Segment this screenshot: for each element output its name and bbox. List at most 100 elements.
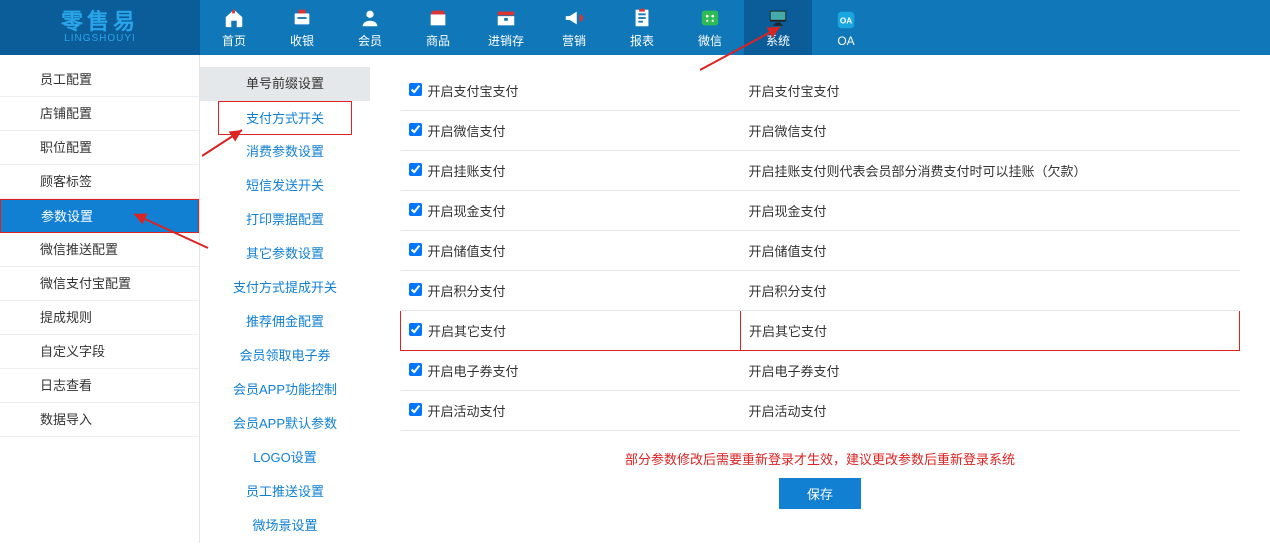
subnav-item-1[interactable]: 支付方式开关: [218, 101, 352, 135]
settings-table: 开启支付宝支付开启支付宝支付开启微信支付开启微信支付开启挂账支付开启挂账支付则代…: [400, 71, 1240, 431]
subnav-item-12[interactable]: 员工推送设置: [200, 475, 370, 509]
leftnav-item-6[interactable]: 微信支付宝配置: [0, 267, 199, 301]
leftnav-item-4[interactable]: 参数设置: [0, 199, 199, 233]
leftnav-item-10[interactable]: 数据导入: [0, 403, 199, 437]
topnav-item-home[interactable]: 首页: [200, 0, 268, 55]
subnav-item-4[interactable]: 打印票据配置: [200, 203, 370, 237]
subnav-item-9[interactable]: 会员APP功能控制: [200, 373, 370, 407]
topnav-item-label: 报表: [630, 32, 654, 49]
topnav-item-label: 进销存: [488, 32, 524, 49]
topnav-item-label: 会员: [358, 32, 382, 49]
body: 员工配置店铺配置职位配置顾客标签参数设置微信推送配置微信支付宝配置提成规则自定义…: [0, 55, 1270, 543]
member-icon: [358, 6, 382, 30]
subnav-item-5[interactable]: 其它参数设置: [200, 237, 370, 271]
settings-row-8: 开启活动支付 开启活动支付: [401, 391, 1240, 431]
topnav-item-oa[interactable]: OA OA: [812, 0, 880, 55]
topnav-item-label: OA: [837, 34, 854, 48]
settings-row-left: 开启电子券支付: [428, 364, 519, 379]
logo-cn: 零售易: [61, 11, 139, 33]
topnav-item-label: 首页: [222, 32, 246, 49]
cash-icon: [290, 6, 314, 30]
logo-en: LINGSHOUYI: [64, 33, 136, 44]
topnav-item-system[interactable]: 系统: [744, 0, 812, 55]
settings-row-right: 开启活动支付: [749, 404, 827, 419]
topnav: 首页 收银 会员 商品 进销存 营销 报表 微信 系统 OA OA: [200, 0, 880, 55]
topnav-item-report[interactable]: 报表: [608, 0, 676, 55]
topnav-item-label: 收银: [290, 32, 314, 49]
settings-row-right: 开启挂账支付则代表会员部分消费支付时可以挂账（欠款）: [749, 164, 1087, 179]
topnav-item-wechat[interactable]: 微信: [676, 0, 744, 55]
topnav-item-label: 商品: [426, 32, 450, 49]
system-icon: [766, 6, 790, 30]
settings-row-2: 开启挂账支付 开启挂账支付则代表会员部分消费支付时可以挂账（欠款）: [401, 151, 1240, 191]
leftnav-item-3[interactable]: 顾客标签: [0, 165, 199, 199]
settings-row-0: 开启支付宝支付 开启支付宝支付: [401, 71, 1240, 111]
subnav-item-7[interactable]: 推荐佣金配置: [200, 305, 370, 339]
topnav-item-marketing[interactable]: 营销: [540, 0, 608, 55]
topnav-item-member[interactable]: 会员: [336, 0, 404, 55]
leftnav-item-9[interactable]: 日志查看: [0, 369, 199, 403]
settings-row-4: 开启储值支付开启储值支付: [401, 231, 1240, 271]
settings-checkbox-0[interactable]: [409, 83, 422, 96]
settings-row-right: 开启积分支付: [749, 284, 827, 299]
topnav-item-goods[interactable]: 商品: [404, 0, 472, 55]
settings-row-right: 开启现金支付: [749, 204, 827, 219]
settings-row-7: 开启电子券支付 开启电子券支付: [401, 351, 1240, 391]
subnav-item-6[interactable]: 支付方式提成开关: [200, 271, 370, 305]
settings-row-left: 开启微信支付: [428, 124, 506, 139]
leftnav-item-2[interactable]: 职位配置: [0, 131, 199, 165]
settings-checkbox-7[interactable]: [409, 363, 422, 376]
stock-icon: [494, 6, 518, 30]
svg-text:OA: OA: [840, 16, 852, 25]
subnav-item-11[interactable]: LOGO设置: [200, 441, 370, 475]
topbar: 零售易 LINGSHOUYI 首页 收银 会员 商品 进销存 营销 报表 微信 系统 OA OA: [0, 0, 1270, 55]
subnav-item-0[interactable]: 单号前缀设置: [200, 67, 370, 101]
subnav: 单号前缀设置支付方式开关消费参数设置短信发送开关打印票据配置其它参数设置支付方式…: [200, 55, 370, 543]
settings-row-5: 开启积分支付 开启积分支付: [401, 271, 1240, 311]
settings-row-right: 开启微信支付: [749, 124, 827, 139]
leftnav-item-1[interactable]: 店铺配置: [0, 97, 199, 131]
settings-checkbox-1[interactable]: [409, 123, 422, 136]
subnav-item-2[interactable]: 消费参数设置: [200, 135, 370, 169]
settings-row-right: 开启其它支付: [749, 324, 827, 339]
settings-row-1: 开启微信支付 开启微信支付: [401, 111, 1240, 151]
settings-row-left: 开启支付宝支付: [428, 84, 519, 99]
leftnav: 员工配置店铺配置职位配置顾客标签参数设置微信推送配置微信支付宝配置提成规则自定义…: [0, 55, 200, 543]
settings-checkbox-5[interactable]: [409, 283, 422, 296]
save-button[interactable]: 保存: [779, 478, 861, 509]
settings-checkbox-4[interactable]: [409, 243, 422, 256]
settings-row-left: 开启活动支付: [428, 404, 506, 419]
topnav-item-label: 营销: [562, 32, 586, 49]
settings-checkbox-6[interactable]: [409, 323, 422, 336]
subnav-item-3[interactable]: 短信发送开关: [200, 169, 370, 203]
settings-checkbox-2[interactable]: [409, 163, 422, 176]
subnav-item-10[interactable]: 会员APP默认参数: [200, 407, 370, 441]
goods-icon: [426, 6, 450, 30]
wechat-icon: [698, 6, 722, 30]
settings-row-left: 开启挂账支付: [428, 164, 506, 179]
report-icon: [630, 6, 654, 30]
topnav-item-stock[interactable]: 进销存: [472, 0, 540, 55]
home-icon: [222, 6, 246, 30]
leftnav-item-7[interactable]: 提成规则: [0, 301, 199, 335]
leftnav-item-0[interactable]: 员工配置: [0, 63, 199, 97]
settings-row-left: 开启其它支付: [428, 324, 506, 339]
topnav-item-label: 系统: [766, 32, 790, 49]
settings-row-right: 开启支付宝支付: [749, 84, 840, 99]
leftnav-item-8[interactable]: 自定义字段: [0, 335, 199, 369]
subnav-item-13[interactable]: 微场景设置: [200, 509, 370, 543]
settings-checkbox-3[interactable]: [409, 203, 422, 216]
settings-row-right: 开启储值支付: [749, 244, 827, 259]
topnav-item-cash[interactable]: 收银: [268, 0, 336, 55]
settings-row-left: 开启积分支付: [428, 284, 506, 299]
marketing-icon: [562, 6, 586, 30]
leftnav-item-5[interactable]: 微信推送配置: [0, 233, 199, 267]
warning-text: 部分参数修改后需要重新登录才生效，建议更改参数后重新登录系统: [400, 449, 1240, 468]
settings-row-3: 开启现金支付 开启现金支付: [401, 191, 1240, 231]
settings-row-right: 开启电子券支付: [749, 364, 840, 379]
settings-row-6: 开启其它支付 开启其它支付: [401, 311, 1240, 351]
subnav-item-8[interactable]: 会员领取电子券: [200, 339, 370, 373]
settings-checkbox-8[interactable]: [409, 403, 422, 416]
topnav-item-label: 微信: [698, 32, 722, 49]
settings-row-left: 开启现金支付: [428, 204, 506, 219]
